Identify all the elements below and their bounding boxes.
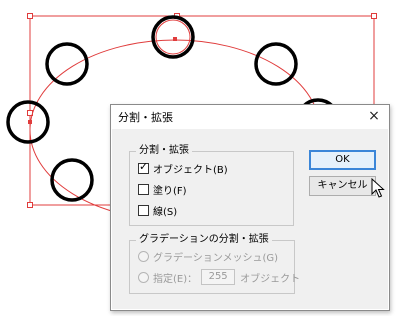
specify-option[interactable]: 指定(E)： 255 オブジェクト xyxy=(138,269,300,285)
circle-object[interactable] xyxy=(45,42,89,86)
stroke-checkbox[interactable] xyxy=(138,204,149,216)
dialog-titlebar[interactable]: 分割・拡張 × xyxy=(111,105,389,129)
object-option[interactable]: ✓ オブジェクト(B) xyxy=(138,160,228,176)
fill-checkbox[interactable] xyxy=(138,183,149,195)
checkmark-icon: ✓ xyxy=(139,159,149,173)
cancel-button[interactable]: キャンセル xyxy=(309,176,376,196)
fill-option[interactable]: 塗り(F) xyxy=(138,181,187,197)
dialog-title: 分割・拡張 xyxy=(118,111,173,124)
circle-object[interactable] xyxy=(50,158,94,202)
specify-count-field[interactable]: 255 xyxy=(201,269,236,285)
expand-dialog: 分割・拡張 × 分割・拡張 ✓ オブジェクト(B) 塗り(F) 線(S) グラデ… xyxy=(110,104,390,311)
gradient-mesh-option[interactable]: グラデーションメッシュ(G) xyxy=(138,248,278,264)
specify-label: 指定(E)： xyxy=(153,273,198,285)
object-checkbox[interactable]: ✓ xyxy=(138,159,149,174)
gradient-group-legend: グラデーションの分割・拡張 xyxy=(136,233,272,247)
expand-group: 分割・拡張 ✓ オブジェクト(B) 塗り(F) 線(S) xyxy=(129,144,294,226)
fill-option-label: 塗り(F) xyxy=(153,185,187,197)
gradient-expand-group: グラデーションの分割・拡張 グラデーションメッシュ(G) 指定(E)： 255 … xyxy=(129,233,300,294)
circle-object[interactable] xyxy=(254,42,298,86)
gradient-mesh-radio[interactable] xyxy=(138,250,149,262)
stroke-option[interactable]: 線(S) xyxy=(138,202,177,218)
mouse-pointer-icon xyxy=(371,178,385,198)
stroke-option-label: 線(S) xyxy=(153,206,178,218)
dialog-body: 分割・拡張 ✓ オブジェクト(B) 塗り(F) 線(S) グラデーションの分割・… xyxy=(112,129,388,309)
specify-radio[interactable] xyxy=(138,271,149,283)
object-option-label: オブジェクト(B) xyxy=(153,164,228,176)
ok-button[interactable]: OK xyxy=(309,150,376,170)
specify-unit-label: オブジェクト xyxy=(240,273,301,285)
close-icon[interactable]: × xyxy=(365,107,383,125)
expand-group-legend: 分割・拡張 xyxy=(136,144,192,158)
gradient-mesh-label: グラデーションメッシュ(G) xyxy=(153,252,279,264)
